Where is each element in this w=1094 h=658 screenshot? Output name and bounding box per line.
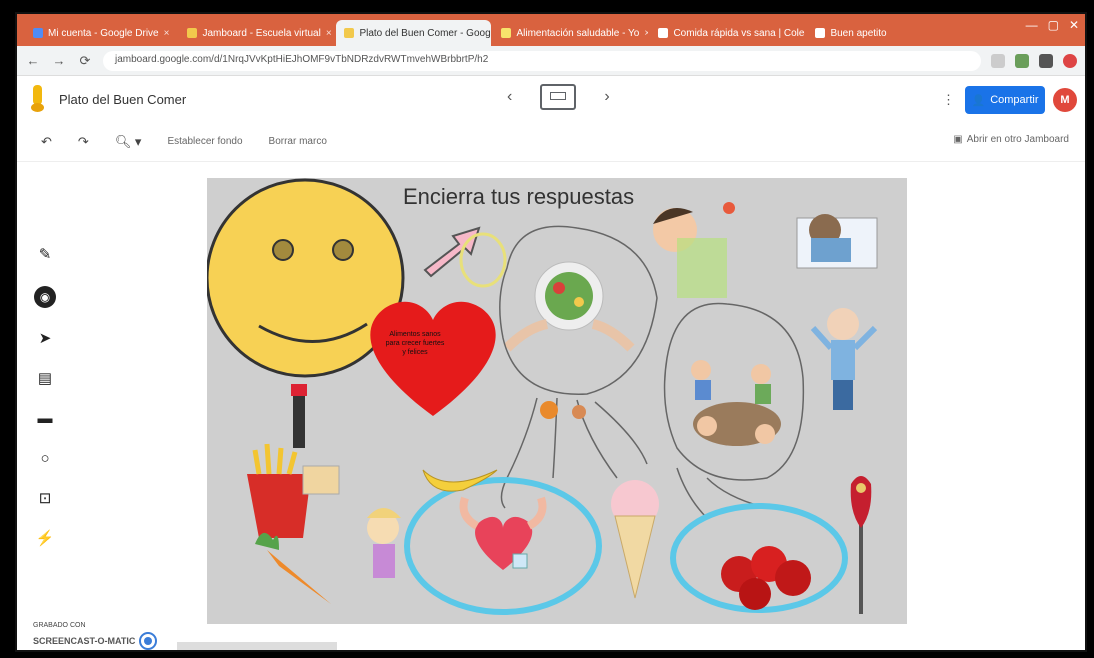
share-button[interactable]: 👤 Compartir [965,86,1045,114]
recorder-caption: GRABADO CON [33,622,86,629]
window-controls: — ▢ ✕ [1026,18,1079,32]
screencast-brand-text: SCREENCAST-O-MATIC [33,636,136,646]
horizontal-scrollbar[interactable] [177,642,337,650]
extension-icon[interactable] [1015,53,1029,68]
set-background-button[interactable]: Establecer fondo [167,136,242,147]
tab-favicon-icon [344,28,355,38]
chevron-right-icon[interactable]: › [604,88,609,106]
canvas-title[interactable]: Encierra tus respuestas [403,184,634,210]
junk-food-sticker[interactable] [247,384,340,538]
back-icon[interactable]: ← [25,53,41,68]
browser-tab[interactable]: Alimentación saludable - Yo× [493,20,648,46]
sticky-note-icon[interactable]: ▤ [35,370,55,388]
waving-kid-sticker[interactable] [810,308,878,410]
document-title[interactable]: Plato del Buen Comer [59,92,186,107]
reload-icon[interactable]: ⟳ [77,53,93,69]
tab-favicon-icon [187,28,198,38]
maximize-icon[interactable]: ▢ [1048,18,1059,32]
image-icon[interactable]: ▬ [35,410,55,428]
canvas-drawing [207,178,878,615]
browser-tab[interactable]: Mi cuenta - Google Drive × [25,20,177,46]
record-icon [139,632,158,650]
recorder-watermark: SCREENCAST-O-MATIC [33,632,158,650]
carrot-sticker[interactable] [255,532,331,604]
clear-frame-button[interactable]: Borrar marco [269,136,327,147]
open-other-jamboard-button[interactable]: ▣ Abrir en otro Jamboard [953,134,1069,145]
close-icon[interactable]: × [326,28,332,39]
more-options-icon[interactable]: ⋮ [942,92,955,108]
minimize-icon[interactable]: — [1026,18,1038,32]
strong-heart-sticker[interactable] [459,496,547,570]
zoom-icon[interactable]: 🔍︎ ▾ [115,134,142,150]
undo-icon[interactable]: ↶ [41,134,52,150]
avatar[interactable]: M [1053,88,1077,112]
ice-cream-sticker[interactable] [611,480,659,599]
apples-sticker[interactable] [721,546,811,610]
browser-tab-active[interactable]: Plato del Buen Comer - Googl× [336,20,492,46]
jamboard-logo-icon [31,85,45,113]
board-icon: ▣ [953,134,963,145]
pen-icon[interactable]: ✎ [35,246,55,264]
tab-strip: Mi cuenta - Google Drive × Jamboard - Esc… [17,14,1085,46]
address-bar: ← → ⟳ jamboard.google.com/d/1NrqJVvKptHi… [17,46,1085,76]
app-header: Plato del Buen Comer ‹ › ⋮ 👤 Compartir M [17,76,1085,122]
tab-favicon-icon [658,28,669,38]
profile-icon[interactable] [1063,53,1077,68]
tab-favicon-icon [501,28,512,38]
star-icon[interactable] [991,53,1005,68]
red-heart-sticker[interactable] [370,301,496,416]
circle-icon[interactable]: ○ [35,450,55,468]
frame-bar-icon[interactable] [540,84,577,110]
eraser-icon[interactable]: ◉ [34,286,56,308]
family-dinner-sticker[interactable] [691,360,781,446]
toolbar: ↶ ↷ 🔍︎ ▾ Establecer fondo Borrar marco ▣… [17,122,1085,162]
puzzle-icon[interactable] [1039,53,1053,68]
close-window-icon[interactable]: ✕ [1069,18,1079,32]
sleeping-kid-sticker[interactable] [796,214,878,269]
heart-note-text: Alimentos sanos para crecer fuertes y fe… [385,331,445,356]
orange-sticker[interactable] [540,401,558,419]
tool-palette: ✎ ◉ ➤ ▤ ▬ ○ ⊡ ⚡ [33,246,57,548]
laser-icon[interactable]: ⚡ [35,530,55,548]
orange-sticker[interactable] [572,405,586,419]
boy-sticker[interactable] [653,202,735,298]
arrow-sticker[interactable] [423,226,481,278]
close-icon[interactable]: × [644,28,648,39]
url-input[interactable]: jamboard.google.com/d/1NrqJVvKptHiEJhOMF… [103,50,981,71]
frame-navigator: ‹ › [507,84,610,110]
browser-tab[interactable]: Comida rápida vs sana | Colec× [650,20,805,46]
browser-tab[interactable]: Buen apetito [807,20,927,46]
tab-favicon-icon [33,28,43,38]
yellow-lasso-stroke[interactable] [459,232,507,288]
close-icon[interactable]: × [164,28,170,39]
chevron-left-icon[interactable]: ‹ [507,88,512,106]
person-add-icon: 👤 [971,94,986,107]
redo-icon[interactable]: ↷ [78,134,89,150]
browser-window: Mi cuenta - Google Drive × Jamboard - Esc… [15,12,1087,652]
candy-sticker[interactable] [850,476,872,614]
tab-favicon-icon [815,28,826,38]
girl-sticker[interactable] [367,508,401,578]
select-icon[interactable]: ➤ [35,330,55,348]
text-box-icon[interactable]: ⊡ [35,490,55,508]
salad-plate-image[interactable] [503,261,635,352]
whiteboard-canvas[interactable]: Encierra tus respuestas Alimentos sanos … [207,178,907,624]
forward-icon[interactable]: → [51,53,67,68]
browser-tab[interactable]: Jamboard - Escuela virtual × [179,20,334,46]
